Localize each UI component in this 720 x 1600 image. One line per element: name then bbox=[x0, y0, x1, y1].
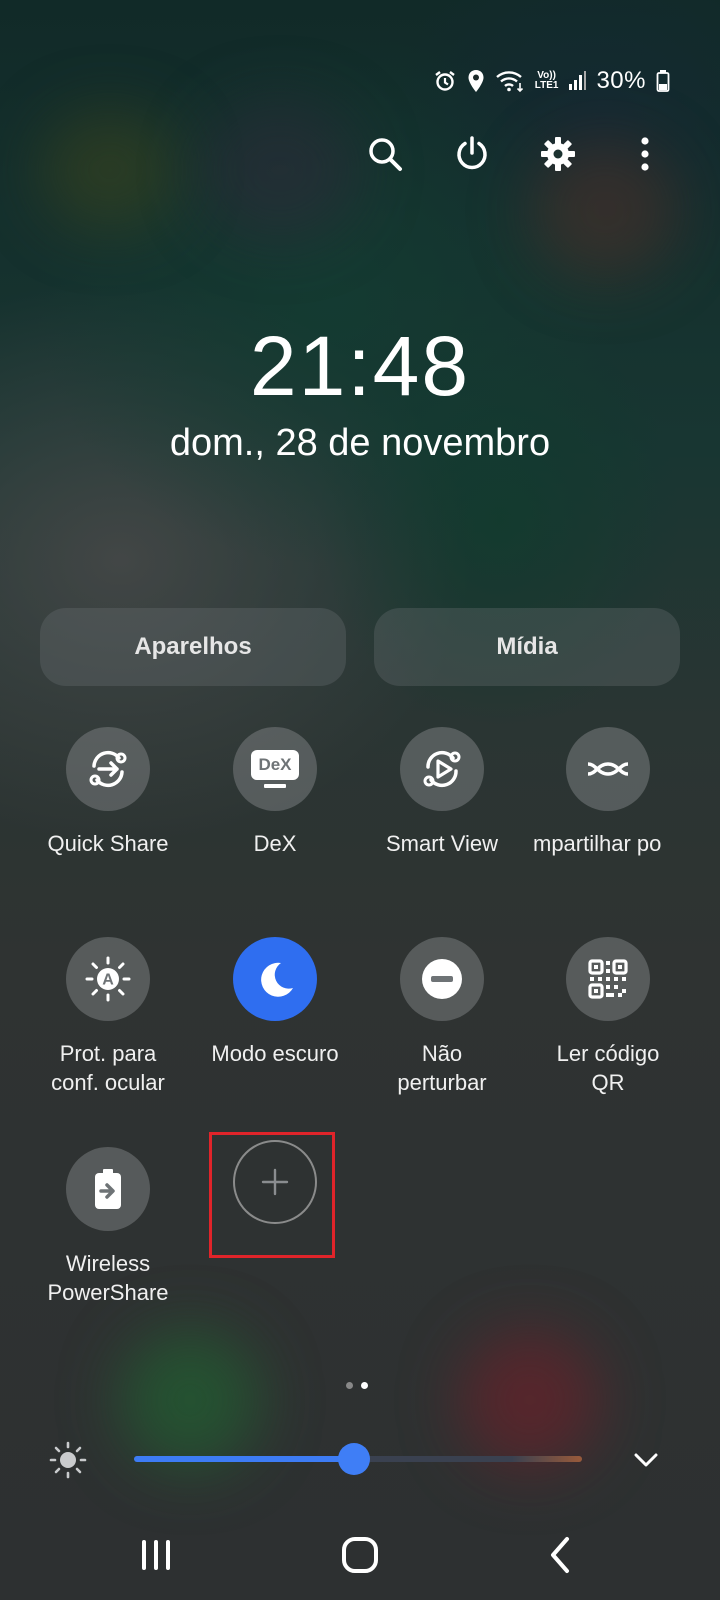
tile-quick-share[interactable]: Quick Share bbox=[24, 727, 192, 858]
media-button[interactable]: Mídia bbox=[374, 608, 680, 686]
tile-do-not-disturb[interactable]: Não perturbar bbox=[358, 937, 526, 1097]
tile-qr-code[interactable]: Ler código QR bbox=[524, 937, 692, 1097]
brightness-warm-end bbox=[512, 1456, 582, 1462]
tile-label-line1: Wireless bbox=[65, 1251, 151, 1276]
page-dot-current bbox=[361, 1382, 368, 1389]
tile-dex[interactable]: DeX DeX bbox=[191, 727, 359, 858]
brightness-fill bbox=[134, 1456, 354, 1462]
tile-label: Quick Share bbox=[47, 831, 169, 856]
eye-comfort-icon[interactable]: A bbox=[66, 937, 150, 1021]
tile-label: Smart View bbox=[385, 831, 499, 856]
battery-icon bbox=[656, 70, 670, 92]
navigation-bar bbox=[0, 1520, 720, 1590]
moon-icon[interactable] bbox=[233, 937, 317, 1021]
qr-code-icon[interactable] bbox=[566, 937, 650, 1021]
do-not-disturb-icon[interactable] bbox=[400, 937, 484, 1021]
home-icon[interactable] bbox=[330, 1530, 390, 1580]
tile-label: Ler código QR bbox=[557, 1039, 660, 1097]
settings-icon[interactable] bbox=[533, 129, 583, 179]
clock-time: 21:48 bbox=[249, 319, 471, 413]
smart-view-icon[interactable] bbox=[400, 727, 484, 811]
location-icon bbox=[468, 70, 484, 92]
tile-label: Não perturbar bbox=[397, 1039, 486, 1097]
volte-icon: Vo)) LTE1 bbox=[534, 70, 559, 91]
network-type-label: LTE1 bbox=[534, 80, 559, 91]
eye-comfort-icon-letter: A bbox=[102, 972, 114, 989]
page-indicator bbox=[346, 1382, 368, 1389]
tile-label: Modo escuro bbox=[211, 1041, 339, 1066]
battery-percentage: 30% bbox=[596, 67, 646, 94]
dex-logo-text: DeX bbox=[251, 750, 299, 780]
brightness-slider-handle[interactable] bbox=[337, 1443, 370, 1475]
tile-label-line1: Ler código bbox=[556, 1041, 660, 1066]
tile-dark-mode[interactable]: Modo escuro bbox=[191, 937, 359, 1068]
tile-share-connection[interactable]: mpartilhar po bbox=[524, 727, 692, 858]
share-connection-icon[interactable] bbox=[566, 727, 650, 811]
tile-label: Wireless PowerShare bbox=[47, 1249, 168, 1307]
quick-panel-actions bbox=[360, 130, 670, 178]
tile-label-line2: conf. ocular bbox=[51, 1070, 165, 1095]
highlight-box bbox=[209, 1132, 335, 1258]
recent-apps-icon[interactable] bbox=[126, 1530, 186, 1580]
tile-label: DeX bbox=[253, 831, 297, 856]
wireless-powershare-icon[interactable] bbox=[66, 1147, 150, 1231]
quick-share-icon[interactable] bbox=[66, 727, 150, 811]
dex-icon[interactable]: DeX bbox=[233, 727, 317, 811]
tile-label: Prot. para conf. ocular bbox=[51, 1039, 165, 1097]
tile-label-line2: perturbar bbox=[397, 1070, 487, 1095]
signal-icon bbox=[569, 71, 587, 90]
status-bar: Vo)) LTE1 30% bbox=[433, 64, 670, 98]
tile-label-line1: Não bbox=[421, 1041, 463, 1066]
sun-icon bbox=[49, 1441, 87, 1479]
tile-wireless-powershare[interactable]: Wireless PowerShare bbox=[24, 1147, 192, 1307]
wifi-icon bbox=[495, 71, 523, 93]
power-icon[interactable] bbox=[447, 129, 497, 179]
page-dot bbox=[346, 1382, 353, 1389]
clock-date: dom., 28 de novembro bbox=[169, 422, 551, 464]
alarm-icon bbox=[435, 71, 455, 91]
devices-button[interactable]: Aparelhos bbox=[40, 608, 346, 686]
search-icon[interactable] bbox=[360, 129, 410, 179]
tile-label-line1: Prot. para bbox=[59, 1041, 157, 1066]
tile-eye-comfort[interactable]: A Prot. para conf. ocular bbox=[24, 937, 192, 1097]
chevron-down-icon[interactable] bbox=[628, 1446, 664, 1474]
tile-smart-view[interactable]: Smart View bbox=[358, 727, 526, 858]
back-icon[interactable] bbox=[530, 1530, 590, 1580]
tile-label: mpartilhar po bbox=[533, 831, 662, 856]
tile-label-line2: PowerShare bbox=[47, 1280, 169, 1305]
more-options-icon[interactable] bbox=[620, 129, 670, 179]
tile-label-line2: QR bbox=[591, 1070, 625, 1095]
